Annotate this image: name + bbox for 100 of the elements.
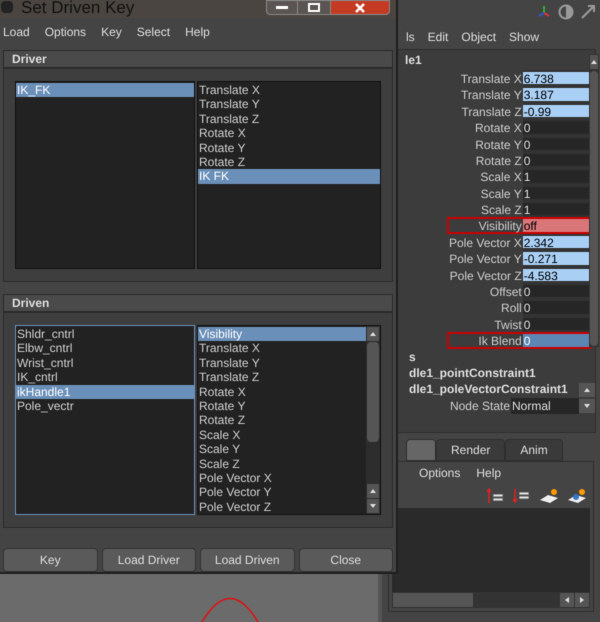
menu-item[interactable]: Edit bbox=[428, 28, 448, 46]
list-item[interactable]: Wrist_cntrl bbox=[16, 356, 194, 370]
scroll-right-button[interactable] bbox=[575, 592, 589, 607]
minimize-button[interactable] bbox=[266, 0, 298, 15]
section-header[interactable]: Driver bbox=[3, 50, 393, 68]
list-item[interactable]: Translate X bbox=[198, 83, 380, 98]
menu-item[interactable]: Key bbox=[101, 23, 122, 42]
list-item[interactable]: Rotate Z bbox=[198, 155, 380, 170]
menu-item[interactable]: Options bbox=[44, 23, 86, 42]
attribute-label: Twist bbox=[493, 316, 523, 332]
attribute-field[interactable]: 0 bbox=[522, 152, 591, 168]
attribute-label: Translate Y bbox=[460, 87, 523, 103]
attribute-label: Pole Vector Y bbox=[448, 251, 523, 267]
attribute-field[interactable]: 1 bbox=[522, 184, 591, 202]
section-header[interactable]: Driven bbox=[3, 294, 393, 312]
attribute-field[interactable]: 6.738 bbox=[522, 70, 591, 86]
scroll-up-button[interactable] bbox=[590, 54, 598, 69]
attribute-label: Rotate X bbox=[474, 120, 523, 136]
list-item[interactable]: Translate Z bbox=[198, 370, 366, 385]
menu-item[interactable]: Load bbox=[3, 23, 30, 42]
tab[interactable]: Render bbox=[436, 439, 506, 462]
scrollbar[interactable] bbox=[392, 592, 590, 608]
attribute-field[interactable]: 0 bbox=[522, 119, 591, 136]
list-item[interactable]: Pole_vectr bbox=[16, 399, 194, 414]
attribute-field[interactable]: 2.342 bbox=[522, 234, 591, 250]
scroll-up-button[interactable] bbox=[579, 383, 595, 398]
list-item[interactable]: Scale Y bbox=[198, 442, 366, 457]
list-item[interactable]: Rotate Y bbox=[198, 399, 366, 414]
attribute-label: Scale X bbox=[479, 169, 523, 185]
attribute-label: Pole Vector X bbox=[448, 234, 523, 250]
list-item[interactable]: Scale X bbox=[198, 428, 366, 442]
scroll-thumb[interactable] bbox=[393, 592, 473, 607]
attribute-field[interactable]: 0 bbox=[522, 283, 591, 300]
list-item[interactable]: IK_cntrl bbox=[16, 370, 194, 385]
menu-item[interactable]: Show bbox=[509, 28, 540, 46]
list-item[interactable]: Rotate Z bbox=[198, 413, 366, 428]
attribute-field[interactable]: 0 bbox=[522, 316, 591, 332]
attribute-field[interactable]: -0.271 bbox=[522, 250, 591, 267]
scrollbar[interactable] bbox=[588, 54, 599, 347]
attribute-label: Roll bbox=[500, 300, 523, 316]
triangle-up-icon bbox=[369, 487, 377, 495]
list-item[interactable]: Translate Y bbox=[198, 97, 380, 112]
dialog-button[interactable]: Load Driven bbox=[200, 548, 294, 572]
scroll-down-button[interactable] bbox=[367, 499, 379, 513]
attribute-label: Node State bbox=[448, 398, 511, 414]
scrollbar[interactable] bbox=[366, 326, 380, 514]
attribute-label: Scale Z bbox=[480, 202, 523, 218]
list-item[interactable]: Shldr_cntrl bbox=[16, 327, 194, 342]
list-item[interactable]: Translate Y bbox=[198, 356, 366, 370]
maximize-button[interactable] bbox=[298, 0, 330, 15]
scroll-thumb[interactable] bbox=[590, 70, 598, 346]
dialog-button[interactable]: Close bbox=[298, 548, 393, 572]
menu-item[interactable]: ls bbox=[406, 28, 415, 46]
layer-down-icon[interactable] bbox=[513, 488, 531, 504]
app-icon bbox=[1, 1, 13, 13]
list-item[interactable]: Translate X bbox=[198, 341, 366, 356]
list-item[interactable]: Rotate Y bbox=[198, 140, 380, 156]
tab[interactable]: Anim bbox=[505, 439, 563, 462]
close-button[interactable] bbox=[330, 0, 390, 15]
layer-up-icon[interactable] bbox=[487, 488, 505, 504]
list-item[interactable]: Pole Vector Y bbox=[198, 485, 366, 500]
list-item[interactable]: Scale Z bbox=[198, 456, 366, 472]
close-icon bbox=[355, 2, 365, 12]
new-layer-icon[interactable] bbox=[539, 488, 559, 504]
dialog-button[interactable]: Load Driver bbox=[102, 548, 196, 572]
list-item[interactable]: Elbw_cntrl bbox=[16, 341, 194, 356]
list-item[interactable]: Translate Z bbox=[198, 112, 380, 126]
menu-item[interactable]: Options bbox=[419, 464, 460, 482]
triangle-up-icon bbox=[583, 386, 591, 394]
scroll-down-button[interactable] bbox=[579, 399, 595, 414]
menu-item[interactable]: Help bbox=[185, 23, 210, 42]
attribute-field[interactable]: 0 bbox=[522, 299, 591, 316]
new-layer-sphere-icon[interactable] bbox=[567, 488, 587, 504]
list-item[interactable]: Pole Vector X bbox=[198, 471, 366, 486]
attribute-field[interactable]: -4.583 bbox=[522, 266, 591, 284]
attribute-field[interactable]: 3.187 bbox=[522, 86, 591, 103]
scroll-up-button[interactable] bbox=[367, 484, 379, 498]
tab[interactable] bbox=[406, 439, 436, 462]
attribute-field[interactable]: 1 bbox=[522, 201, 591, 218]
menu-item[interactable]: Help bbox=[476, 464, 502, 482]
dialog-button[interactable]: Key bbox=[3, 548, 98, 572]
arrow-icon[interactable] bbox=[580, 4, 596, 20]
attribute-label: Pole Vector Z bbox=[448, 268, 523, 284]
menu-item[interactable]: Object bbox=[461, 28, 496, 46]
list-item[interactable]: Rotate X bbox=[198, 384, 366, 400]
node-name: le1 bbox=[404, 52, 423, 69]
list-item[interactable]: Rotate X bbox=[198, 126, 380, 141]
triangle-right-icon bbox=[578, 596, 586, 604]
scroll-thumb[interactable] bbox=[367, 342, 379, 442]
half-circle-icon[interactable] bbox=[558, 4, 574, 20]
list-item[interactable]: Pole Vector Z bbox=[198, 500, 366, 514]
attribute-field[interactable]: 1 bbox=[522, 168, 591, 185]
scroll-up-button[interactable] bbox=[367, 327, 379, 341]
attribute-field[interactable]: -0.99 bbox=[522, 102, 591, 120]
scroll-left-button[interactable] bbox=[560, 592, 574, 607]
attribute-label: Offset bbox=[488, 284, 523, 300]
attribute-label: Rotate Z bbox=[474, 152, 523, 168]
attribute-field[interactable]: Normal bbox=[511, 398, 579, 414]
attribute-field[interactable]: 0 bbox=[522, 136, 591, 152]
menu-item[interactable]: Select bbox=[136, 23, 170, 42]
